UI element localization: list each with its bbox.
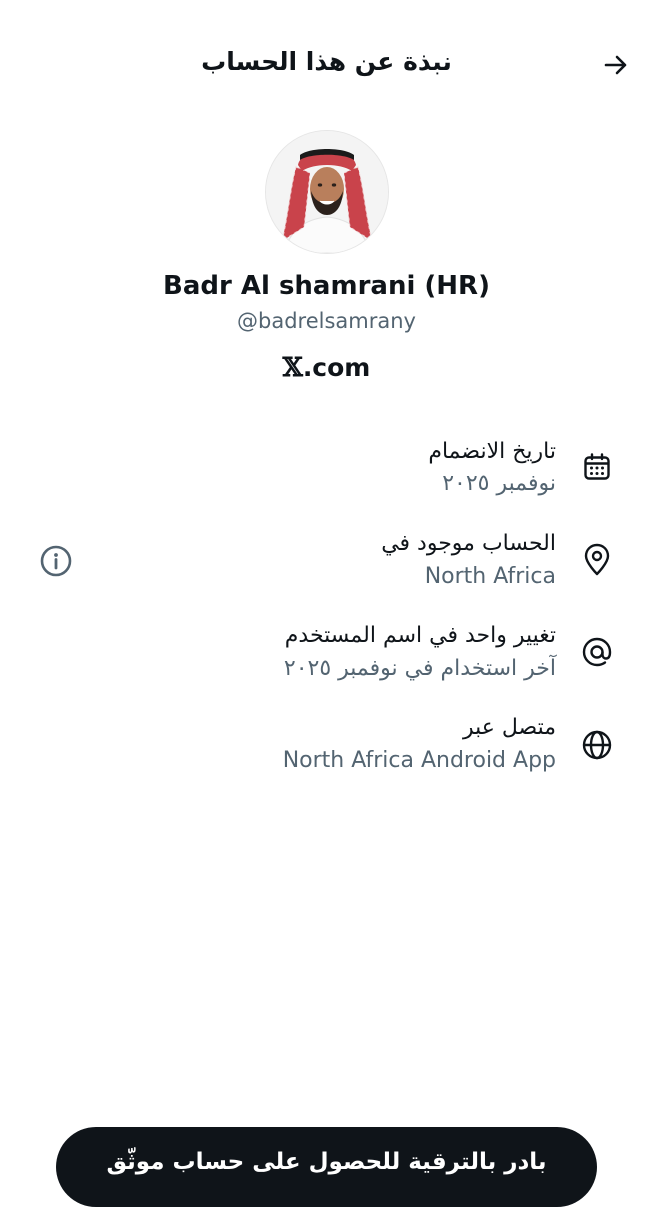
joined-date-value: نوفمبر ٢٠٢٥ (442, 471, 556, 496)
info-button[interactable] (38, 543, 74, 579)
x-com-label: .com (302, 353, 371, 382)
account-location-title: الحساب موجود في (381, 531, 556, 556)
username-change-row: تغيير واحد في اسم المستخدم آخر استخدام ف… (0, 620, 653, 700)
header: نبذة عن هذا الحساب (0, 0, 653, 120)
back-button[interactable] (596, 45, 636, 85)
username-handle: @badrelsamrany (237, 309, 416, 333)
page-title: نبذة عن هذا الحساب (201, 47, 452, 76)
account-location-row: الحساب موجود في North Africa (0, 528, 653, 608)
joined-date-row: تاريخ الانضمام نوفمبر ٢٠٢٥ (0, 428, 653, 508)
info-icon (40, 545, 72, 577)
avatar[interactable] (265, 130, 389, 254)
username-change-title: تغيير واحد في اسم المستخدم (284, 623, 556, 648)
connected-via-title: متصل عبر (462, 715, 556, 740)
display-name: Badr Al shamrani (HR) (163, 271, 490, 301)
username-change-value: آخر استخدام في نوفمبر ٢٠٢٥ (283, 656, 556, 681)
connected-via-row: متصل عبر North Africa Android App (0, 712, 653, 792)
connected-via-value: North Africa Android App (282, 748, 556, 773)
arrow-right-icon (604, 55, 627, 75)
account-location-value: North Africa (424, 564, 556, 589)
calendar-icon (579, 449, 615, 485)
upgrade-verified-button[interactable]: بادر بالترقية للحصول على حساب موثّق (56, 1127, 597, 1207)
x-com-badge: 𝕏.com (0, 350, 653, 386)
x-logo-icon: 𝕏 (282, 353, 303, 383)
globe-icon (579, 727, 615, 763)
profile-photo (266, 131, 388, 253)
joined-date-title: تاريخ الانضمام (428, 439, 556, 464)
at-sign-icon (579, 634, 615, 670)
location-pin-icon (579, 542, 615, 578)
